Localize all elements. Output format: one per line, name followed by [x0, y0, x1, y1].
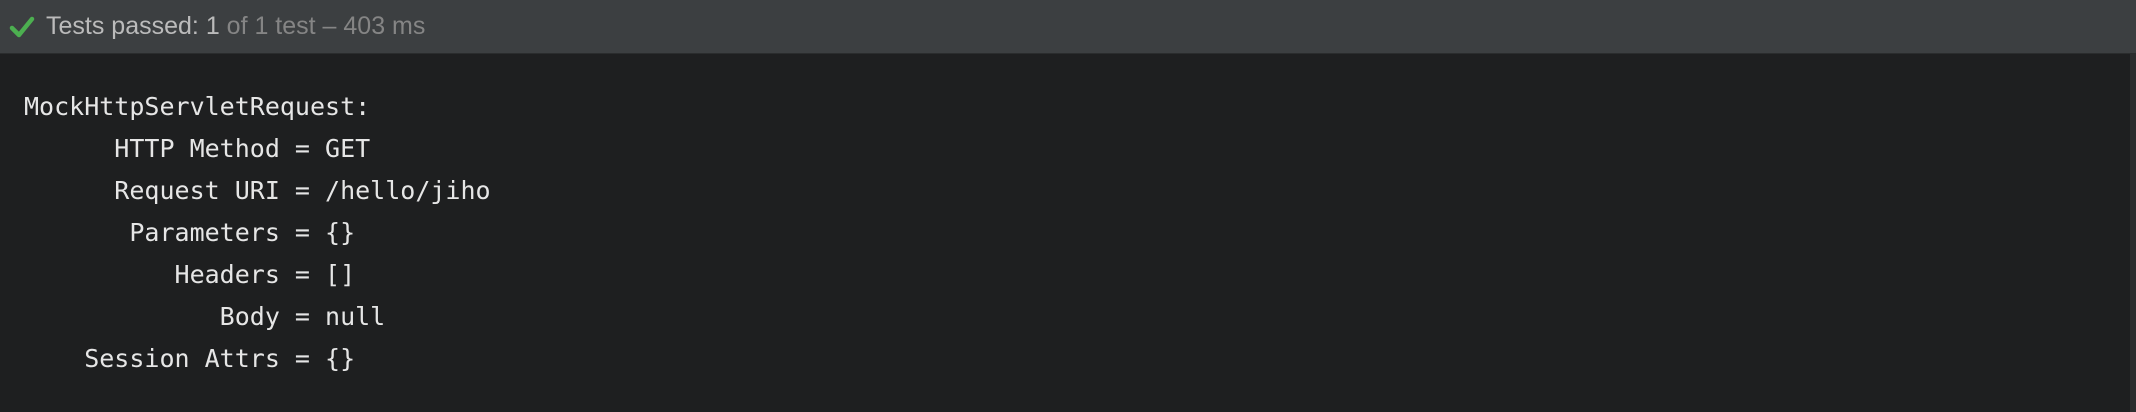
tests-passed-label: Tests passed: [46, 12, 206, 40]
test-runner-window: Tests passed: 1 of 1 test – 403 ms MockH… [0, 0, 2136, 412]
test-status-bar: Tests passed: 1 of 1 test – 403 ms [0, 0, 2136, 54]
tests-passed-detail: of 1 test – 403 ms [219, 12, 426, 40]
console-line: Parameters = {} [24, 218, 356, 247]
console-line: Body = null [24, 302, 386, 331]
console-line: MockHttpServletRequest: [24, 92, 371, 121]
console-output[interactable]: MockHttpServletRequest: HTTP Method = GE… [0, 54, 2130, 412]
console-line: Headers = [] [24, 260, 356, 289]
scrollbar-gutter[interactable] [2130, 54, 2136, 412]
console-line: HTTP Method = GET [24, 134, 371, 163]
tests-passed-count: 1 [205, 12, 220, 40]
console-line: Request URI = /hello/jiho [24, 176, 491, 205]
console-line: Session Attrs = {} [24, 344, 356, 373]
check-icon [9, 16, 35, 37]
